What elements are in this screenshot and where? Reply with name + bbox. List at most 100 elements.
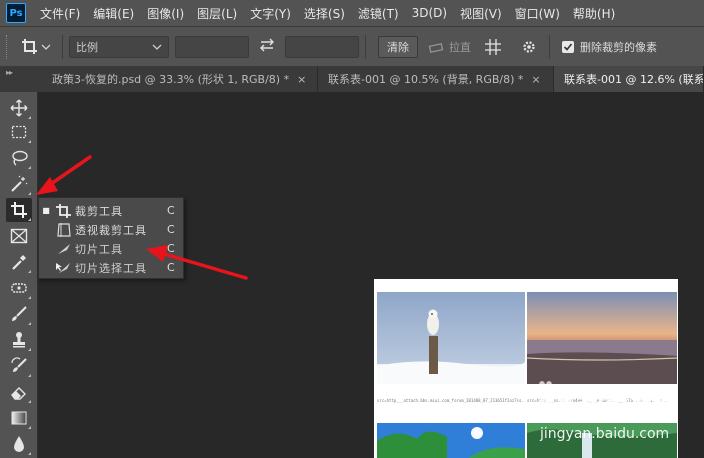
collapse-panels-icon[interactable]: ▸▸ xyxy=(6,68,13,77)
menu-filter[interactable]: 滤镜(T) xyxy=(358,5,399,22)
delete-cropped-checkbox[interactable] xyxy=(562,40,574,53)
straighten-label: 拉直 xyxy=(449,40,471,54)
menu-bar: Ps 文件(F) 编辑(E) 图像(I) 图层(L) 文字(Y) 选择(S) 滤… xyxy=(0,0,704,26)
delete-cropped-pixels-toggle[interactable]: 删除裁剪的像素 xyxy=(562,39,657,55)
menu-layer[interactable]: 图层(L) xyxy=(197,5,237,22)
straighten-icon xyxy=(428,42,444,53)
menu-file[interactable]: 文件(F) xyxy=(40,5,80,22)
eyedropper-icon xyxy=(12,255,26,270)
history-brush-icon xyxy=(11,357,27,372)
sunset-beach-photo xyxy=(527,292,677,384)
ratio-select[interactable]: 比例 xyxy=(69,35,169,58)
crop-icon xyxy=(56,203,71,218)
flyout-label: 裁剪工具 xyxy=(75,204,123,218)
eyedropper-tool[interactable] xyxy=(6,250,32,274)
move-tool[interactable] xyxy=(6,96,32,120)
checkmark-icon xyxy=(563,42,573,51)
gear-icon xyxy=(523,40,535,53)
swap-dimensions-icon[interactable] xyxy=(255,38,279,56)
tropical-photo xyxy=(377,423,525,458)
shortcut-key: C xyxy=(167,204,175,217)
clear-button[interactable]: 清除 xyxy=(378,35,418,58)
water-drop-icon xyxy=(14,436,24,452)
menu-help[interactable]: 帮助(H) xyxy=(573,5,615,22)
slice-icon xyxy=(58,243,70,254)
frame-tool[interactable] xyxy=(6,224,32,248)
document-tab-label: 政策3-恢复的.psd @ 33.3% (形状 1, RGB/8) * xyxy=(52,73,290,86)
separator xyxy=(365,34,366,59)
height-field[interactable] xyxy=(285,35,359,58)
menu-window[interactable]: 窗口(W) xyxy=(515,5,560,22)
owl-photo xyxy=(377,292,525,384)
stamp-icon xyxy=(13,332,25,348)
magic-wand-tool[interactable] xyxy=(6,172,32,196)
straighten-button[interactable]: 拉直 xyxy=(428,39,471,55)
width-field[interactable] xyxy=(175,35,249,58)
marquee-tool[interactable] xyxy=(6,120,32,144)
frame-icon xyxy=(10,228,28,244)
overlay-options-button[interactable] xyxy=(479,38,507,56)
spot-healing-tool[interactable] xyxy=(6,276,32,300)
clone-stamp-tool[interactable] xyxy=(6,328,32,352)
selected-bullet-icon: ■ xyxy=(42,206,50,215)
delete-cropped-label: 删除裁剪的像素 xyxy=(580,40,657,54)
separator xyxy=(62,34,63,59)
crop-tool[interactable] xyxy=(6,198,32,222)
document-tab[interactable]: 联系表-001 @ 10.5% (背景, RGB/8) * × xyxy=(318,66,554,92)
crop-icon xyxy=(22,38,51,54)
separator xyxy=(549,34,550,59)
document-tab[interactable]: 政策3-恢复的.psd @ 33.3% (形状 1, RGB/8) * × xyxy=(42,66,318,92)
crop-icon xyxy=(11,202,27,218)
flyout-label: 切片选择工具 xyxy=(75,261,147,275)
menu-image[interactable]: 图像(I) xyxy=(147,5,184,22)
tools-panel xyxy=(0,92,38,458)
flyout-label: 透视裁剪工具 xyxy=(75,223,147,237)
menu-view[interactable]: 视图(V) xyxy=(460,5,502,22)
watermark-site: jingyan.baidu.com xyxy=(540,426,670,442)
flyout-item-perspective-crop[interactable]: 透视裁剪工具 C xyxy=(39,220,183,239)
grid-overlay-icon xyxy=(485,38,501,55)
blur-tool[interactable] xyxy=(6,432,32,456)
flyout-item-crop-tool[interactable]: ■ 裁剪工具 C xyxy=(39,201,183,220)
lasso-icon xyxy=(12,150,28,166)
paw-logo-icon xyxy=(533,381,557,408)
crop-preset-picker[interactable] xyxy=(20,35,56,59)
rectangular-marquee-icon xyxy=(11,125,27,139)
gradient-tool[interactable] xyxy=(6,406,32,430)
history-brush-tool[interactable] xyxy=(6,354,32,378)
lasso-tool[interactable] xyxy=(6,146,32,170)
menu-3d[interactable]: 3D(D) xyxy=(412,6,447,20)
brush-tool[interactable] xyxy=(6,302,32,326)
photo-caption: src=http___attach.bbs.miui.com_forum_201… xyxy=(377,398,525,403)
crop-tool-flyout-menu: ■ 裁剪工具 C 透视裁剪工具 C 切片工具 C 切片选择工具 C xyxy=(38,197,184,279)
menu-select[interactable]: 选择(S) xyxy=(304,5,345,22)
options-grip[interactable] xyxy=(6,34,10,59)
ratio-select-value: 比例 xyxy=(76,40,98,54)
flyout-item-slice-tool[interactable]: 切片工具 C xyxy=(39,239,183,258)
magic-wand-icon xyxy=(11,175,28,192)
move-icon xyxy=(10,99,28,117)
eraser-tool[interactable] xyxy=(6,380,32,404)
shortcut-key: C xyxy=(167,223,175,236)
document-tab-bar: ▸▸ 政策3-恢复的.psd @ 33.3% (形状 1, RGB/8) * ×… xyxy=(0,66,704,92)
baidu-watermark: Baidu经验 jingyan.baidu.com xyxy=(530,378,700,448)
document-tab-label: 联系表-001 @ 12.6% (联系 xyxy=(564,73,704,86)
bandage-icon xyxy=(11,283,27,293)
flyout-item-slice-select[interactable]: 切片选择工具 C xyxy=(39,258,183,277)
close-icon[interactable]: × xyxy=(531,73,540,86)
chevron-down-icon xyxy=(152,44,162,50)
flyout-label: 切片工具 xyxy=(75,242,123,256)
photoshop-logo: Ps xyxy=(6,3,26,23)
options-bar: 比例 清除 拉直 删除裁剪的像素 xyxy=(0,26,704,66)
close-icon[interactable]: × xyxy=(297,73,306,86)
slice-select-icon xyxy=(56,262,70,273)
shortcut-key: C xyxy=(167,261,175,274)
menu-edit[interactable]: 编辑(E) xyxy=(93,5,134,22)
eraser-icon xyxy=(11,387,26,400)
menu-type[interactable]: 文字(Y) xyxy=(250,5,291,22)
brush-icon xyxy=(12,306,27,321)
shortcut-key: C xyxy=(167,242,175,255)
crop-settings-button[interactable] xyxy=(515,39,543,55)
gradient-icon xyxy=(11,411,27,425)
document-tab-active[interactable]: 联系表-001 @ 12.6% (联系 xyxy=(554,66,704,92)
